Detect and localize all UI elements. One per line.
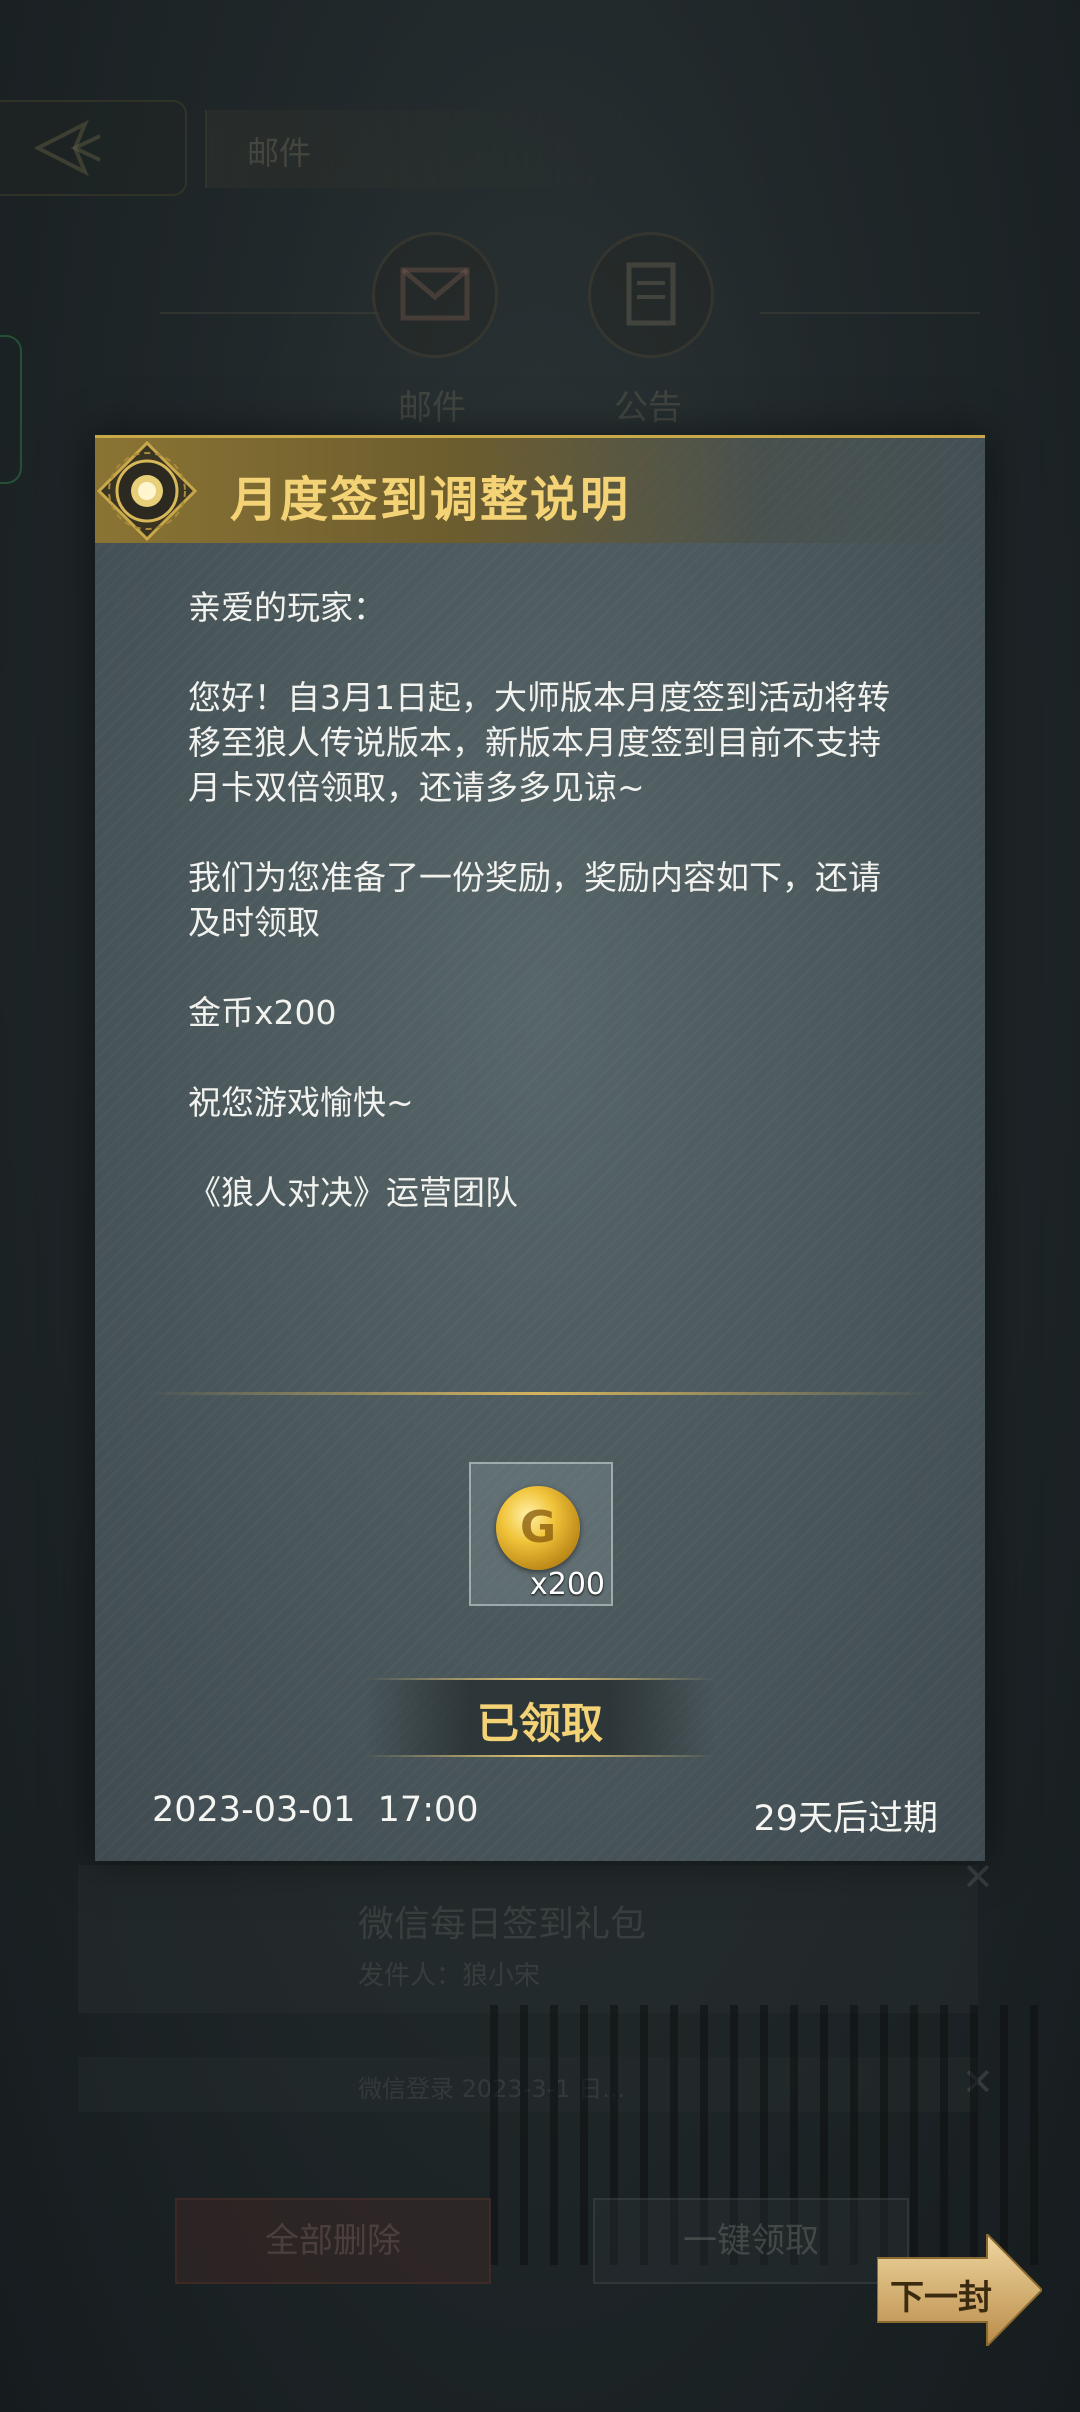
- next-mail-button[interactable]: 下一封: [877, 2234, 1042, 2346]
- mail-signature: 《狼人对决》运营团队: [188, 1173, 518, 1212]
- mail-closing: 祝您游戏愉快~: [188, 1083, 414, 1122]
- reward-slot[interactable]: G x200: [469, 1462, 613, 1606]
- reward-quantity: x200: [529, 1567, 605, 1602]
- gold-divider: [145, 1392, 935, 1395]
- claimed-status-bar: 已领取: [365, 1678, 715, 1757]
- moon-emblem-icon: [97, 441, 197, 541]
- gold-coin-icon: G: [496, 1486, 580, 1570]
- mail-greeting: 亲爱的玩家：: [188, 588, 386, 627]
- mail-reward-line: 金币x200: [188, 993, 337, 1032]
- mail-detail-modal: 月度签到调整说明 亲爱的玩家： 您好！自3月1日起，大师版本月度签到活动将转移至…: [95, 435, 985, 1861]
- modal-header: 月度签到调整说明: [95, 435, 985, 543]
- mail-expiry: 29天后过期: [753, 1799, 938, 1839]
- modal-title: 月度签到调整说明: [230, 472, 631, 528]
- mail-paragraph: 您好！自3月1日起，大师版本月度签到活动将转移至狼人传说版本，新版本月度签到目前…: [188, 678, 890, 807]
- claimed-status-label: 已领取: [476, 1699, 603, 1748]
- mail-paragraph: 我们为您准备了一份奖励，奖励内容如下，还请及时领取: [188, 858, 881, 942]
- mail-body: 亲爱的玩家： 您好！自3月1日起，大师版本月度签到活动将转移至狼人传说版本，新版…: [188, 585, 908, 1260]
- next-mail-label: 下一封: [890, 2278, 992, 2318]
- mail-date: 2023-03-01 17:00: [152, 1790, 479, 1830]
